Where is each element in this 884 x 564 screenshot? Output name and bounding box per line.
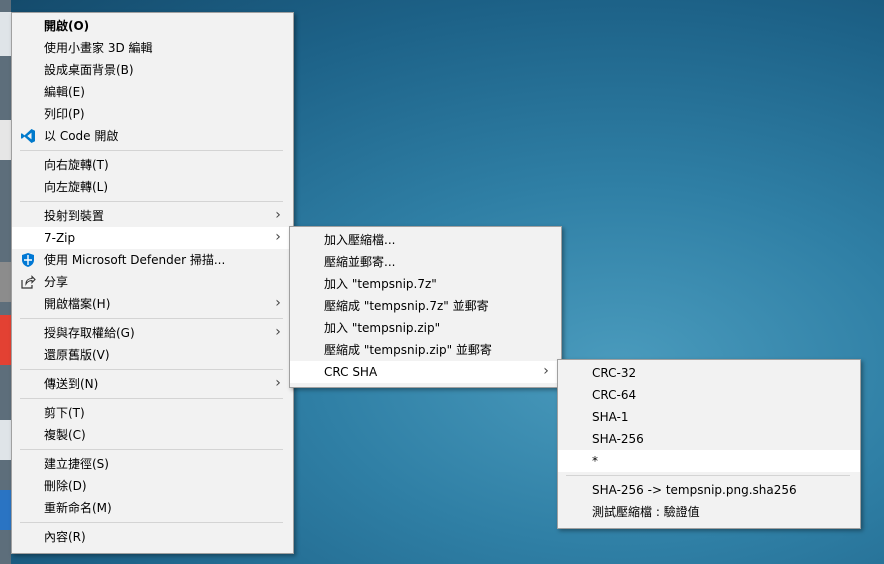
menu-item-label: 重新命名(M) bbox=[44, 501, 112, 515]
menu-item-edit[interactable]: 編輯(E) bbox=[12, 81, 293, 103]
menu-item-delete[interactable]: 刪除(D) bbox=[12, 475, 293, 497]
menu-item-label: CRC-64 bbox=[592, 388, 637, 402]
chevron-right-icon: › bbox=[275, 295, 281, 311]
menu-item-sha256[interactable]: SHA-256 bbox=[558, 428, 860, 450]
menu-item-label: 向左旋轉(L) bbox=[44, 180, 109, 194]
menu-separator bbox=[20, 318, 283, 319]
menu-item-edit-paint3d[interactable]: 使用小畫家 3D 編輯 bbox=[12, 37, 293, 59]
menu-item-give-access[interactable]: 授與存取權給(G) › bbox=[12, 322, 293, 344]
menu-item-crc-sha[interactable]: CRC SHA › bbox=[290, 361, 561, 383]
menu-item-add-to-7z[interactable]: 加入 "tempsnip.7z" bbox=[290, 273, 561, 295]
menu-item-sha256-to-file[interactable]: SHA-256 -> tempsnip.png.sha256 bbox=[558, 479, 860, 501]
desktop-icon[interactable] bbox=[0, 262, 11, 302]
defender-icon bbox=[20, 252, 36, 268]
7zip-submenu: 加入壓縮檔... 壓縮並郵寄... 加入 "tempsnip.7z" 壓縮成 "… bbox=[289, 226, 562, 388]
menu-item-label: 加入壓縮檔... bbox=[324, 233, 396, 247]
menu-item-rotate-left[interactable]: 向左旋轉(L) bbox=[12, 176, 293, 198]
menu-item-add-to-archive[interactable]: 加入壓縮檔... bbox=[290, 229, 561, 251]
menu-item-label: 使用 Microsoft Defender 掃描... bbox=[44, 253, 226, 267]
menu-item-set-background[interactable]: 設成桌面背景(B) bbox=[12, 59, 293, 81]
menu-item-label: 內容(R) bbox=[44, 530, 86, 544]
menu-item-label: 加入 "tempsnip.zip" bbox=[324, 321, 441, 335]
desktop-icon[interactable] bbox=[0, 315, 11, 365]
menu-item-rename[interactable]: 重新命名(M) bbox=[12, 497, 293, 519]
menu-item-label: 傳送到(N) bbox=[44, 377, 99, 391]
menu-item-cast-to-device[interactable]: 投射到裝置 › bbox=[12, 205, 293, 227]
chevron-right-icon: › bbox=[275, 324, 281, 340]
menu-item-label: CRC SHA bbox=[324, 365, 378, 379]
menu-item-cut[interactable]: 剪下(T) bbox=[12, 402, 293, 424]
menu-item-label: 還原舊版(V) bbox=[44, 348, 110, 362]
context-menu: 開啟(O) 使用小畫家 3D 編輯 設成桌面背景(B) 編輯(E) 列印(P) … bbox=[11, 12, 294, 554]
chevron-right-icon: › bbox=[275, 229, 281, 245]
menu-item-open-with-code[interactable]: 以 Code 開啟 bbox=[12, 125, 293, 147]
menu-item-7zip[interactable]: 7-Zip › bbox=[12, 227, 293, 249]
menu-item-open-with[interactable]: 開啟檔案(H) › bbox=[12, 293, 293, 315]
desktop-icon[interactable] bbox=[0, 12, 11, 56]
menu-item-label: 壓縮成 "tempsnip.zip" 並郵寄 bbox=[324, 343, 492, 357]
menu-item-label: 以 Code 開啟 bbox=[44, 129, 119, 143]
chevron-right-icon: › bbox=[543, 363, 549, 379]
menu-item-label: SHA-256 -> tempsnip.png.sha256 bbox=[592, 483, 797, 497]
share-icon bbox=[20, 274, 36, 290]
menu-item-open[interactable]: 開啟(O) bbox=[12, 15, 293, 37]
menu-item-label: 投射到裝置 bbox=[44, 209, 105, 223]
menu-item-label: 開啟(O) bbox=[44, 19, 90, 33]
menu-separator bbox=[20, 398, 283, 399]
menu-item-label: 開啟檔案(H) bbox=[44, 297, 111, 311]
menu-item-compress-zip-email[interactable]: 壓縮成 "tempsnip.zip" 並郵寄 bbox=[290, 339, 561, 361]
menu-item-label: 列印(P) bbox=[44, 107, 85, 121]
desktop-icon[interactable] bbox=[0, 120, 11, 160]
menu-separator bbox=[566, 475, 850, 476]
crc-sha-submenu: CRC-32 CRC-64 SHA-1 SHA-256 * SHA-256 ->… bbox=[557, 359, 861, 529]
menu-item-label: 壓縮並郵寄... bbox=[324, 255, 396, 269]
menu-item-share[interactable]: 分享 bbox=[12, 271, 293, 293]
menu-item-compress-and-email[interactable]: 壓縮並郵寄... bbox=[290, 251, 561, 273]
menu-item-defender-scan[interactable]: 使用 Microsoft Defender 掃描... bbox=[12, 249, 293, 271]
menu-item-label: SHA-1 bbox=[592, 410, 629, 424]
menu-item-add-to-zip[interactable]: 加入 "tempsnip.zip" bbox=[290, 317, 561, 339]
menu-item-label: 壓縮成 "tempsnip.7z" 並郵寄 bbox=[324, 299, 489, 313]
menu-item-copy[interactable]: 複製(C) bbox=[12, 424, 293, 446]
menu-item-print[interactable]: 列印(P) bbox=[12, 103, 293, 125]
menu-item-restore-versions[interactable]: 還原舊版(V) bbox=[12, 344, 293, 366]
menu-item-label: 使用小畫家 3D 編輯 bbox=[44, 41, 153, 55]
menu-item-label: 加入 "tempsnip.7z" bbox=[324, 277, 437, 291]
menu-item-label: 刪除(D) bbox=[44, 479, 87, 493]
menu-separator bbox=[20, 201, 283, 202]
desktop-icon[interactable] bbox=[0, 490, 11, 530]
menu-item-label: CRC-32 bbox=[592, 366, 637, 380]
menu-item-crc32[interactable]: CRC-32 bbox=[558, 362, 860, 384]
menu-item-sha1[interactable]: SHA-1 bbox=[558, 406, 860, 428]
menu-item-rotate-right[interactable]: 向右旋轉(T) bbox=[12, 154, 293, 176]
menu-item-crc64[interactable]: CRC-64 bbox=[558, 384, 860, 406]
menu-item-label: 建立捷徑(S) bbox=[44, 457, 109, 471]
menu-item-label: 測試壓縮檔 : 驗證值 bbox=[592, 505, 700, 519]
desktop-icon[interactable] bbox=[0, 420, 11, 460]
menu-item-test-archive-checksum[interactable]: 測試壓縮檔 : 驗證值 bbox=[558, 501, 860, 523]
menu-item-create-shortcut[interactable]: 建立捷徑(S) bbox=[12, 453, 293, 475]
menu-item-label: 剪下(T) bbox=[44, 406, 85, 420]
menu-item-label: 授與存取權給(G) bbox=[44, 326, 135, 340]
menu-separator bbox=[20, 522, 283, 523]
menu-item-label: SHA-256 bbox=[592, 432, 644, 446]
chevron-right-icon: › bbox=[275, 375, 281, 391]
menu-separator bbox=[20, 150, 283, 151]
vscode-icon bbox=[20, 128, 36, 144]
menu-item-label: 分享 bbox=[44, 275, 69, 289]
menu-item-properties[interactable]: 內容(R) bbox=[12, 526, 293, 548]
menu-item-all-hashes[interactable]: * bbox=[558, 450, 860, 472]
menu-item-label: 編輯(E) bbox=[44, 85, 85, 99]
menu-item-label: 複製(C) bbox=[44, 428, 86, 442]
chevron-right-icon: › bbox=[275, 207, 281, 223]
menu-item-send-to[interactable]: 傳送到(N) › bbox=[12, 373, 293, 395]
menu-item-compress-7z-email[interactable]: 壓縮成 "tempsnip.7z" 並郵寄 bbox=[290, 295, 561, 317]
menu-item-label: 向右旋轉(T) bbox=[44, 158, 109, 172]
menu-item-label: * bbox=[592, 454, 598, 468]
menu-separator bbox=[20, 449, 283, 450]
menu-item-label: 7-Zip bbox=[44, 231, 76, 245]
menu-separator bbox=[20, 369, 283, 370]
menu-item-label: 設成桌面背景(B) bbox=[44, 63, 134, 77]
